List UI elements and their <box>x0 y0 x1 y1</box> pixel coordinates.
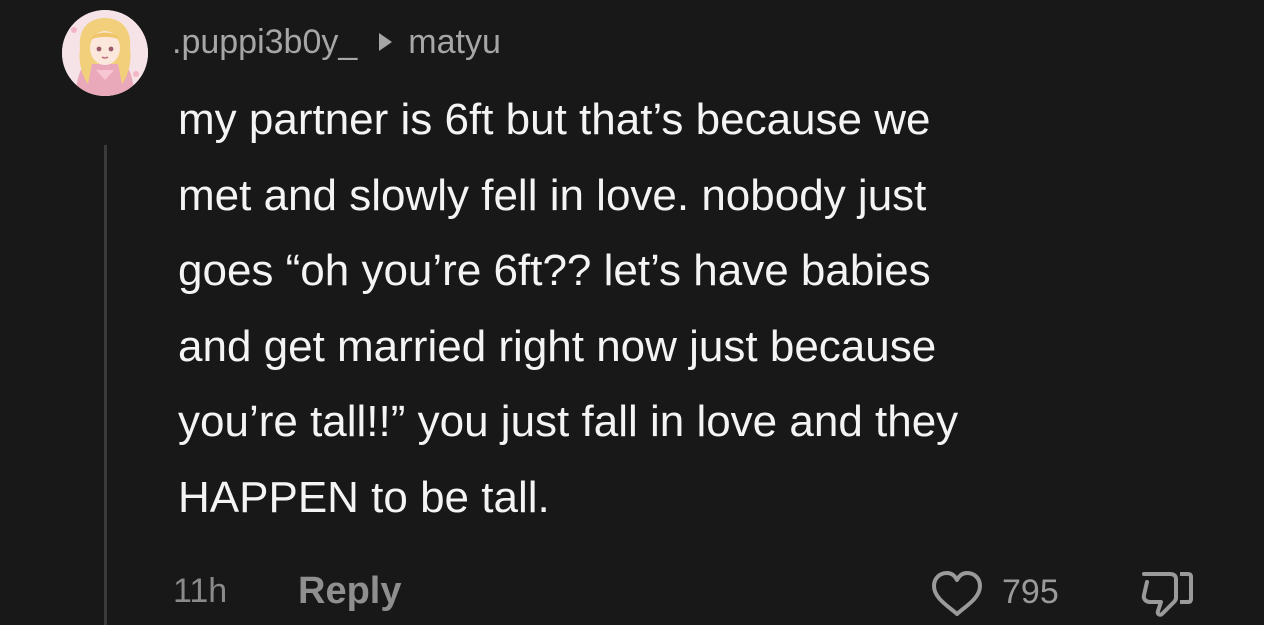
reply-button[interactable]: Reply <box>298 570 401 613</box>
comment-header: .puppi3b0y_ matyu <box>172 20 501 64</box>
thumbs-down-icon[interactable] <box>1136 564 1198 620</box>
comment-line: HAPPEN to be tall. <box>178 472 550 522</box>
comment-line: and get married right now just because <box>178 321 937 371</box>
heart-outline-icon[interactable] <box>926 568 988 620</box>
reply-arrow-icon <box>379 33 393 51</box>
avatar[interactable] <box>62 10 148 96</box>
reply-to-username[interactable]: matyu <box>408 23 501 62</box>
comment-line: my partner is 6ft but that’s because we <box>178 95 931 144</box>
comment-line: you’re tall!!” you just fall in love and… <box>178 397 959 446</box>
comment-text: my partner is 6ft but that’s because we … <box>178 82 1238 535</box>
username[interactable]: .puppi3b0y_ <box>172 23 357 62</box>
like-count: 795 <box>1002 573 1059 611</box>
thread-line <box>104 145 107 625</box>
comment-line: met and slowly fell in love. nobody just <box>178 170 927 220</box>
timestamp: 11h <box>173 572 228 610</box>
comment-line: goes “oh you’re 6ft?? let’s have babies <box>178 246 931 295</box>
avatar-image <box>62 10 148 96</box>
